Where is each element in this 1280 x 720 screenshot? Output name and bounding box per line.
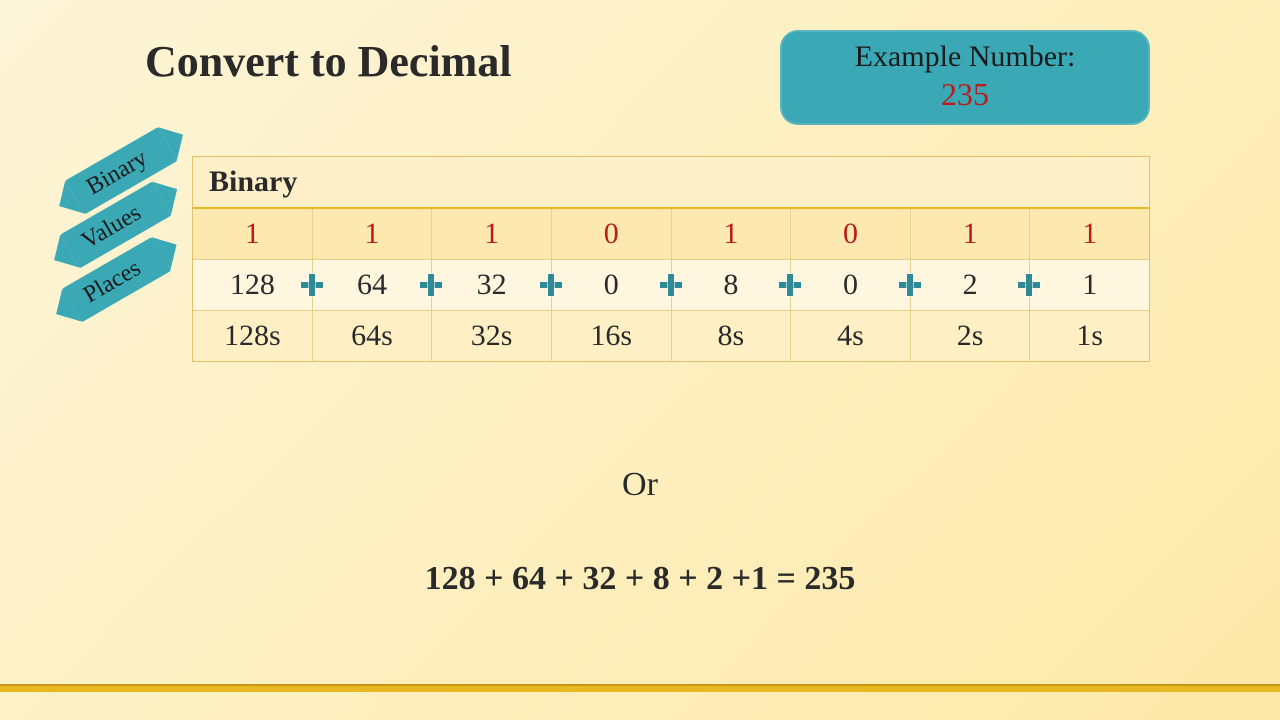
- conversion-table: Binary 1 1 1 0 1 0 1 1 128 64 32 0 8 0 2…: [192, 156, 1150, 362]
- value-cell: 128: [193, 260, 313, 310]
- table-row-binary: 1 1 1 0 1 0 1 1: [193, 209, 1149, 260]
- binary-bit: 1: [432, 209, 552, 259]
- binary-bit: 1: [313, 209, 433, 259]
- value-text: 64: [357, 268, 387, 301]
- binary-bit: 1: [672, 209, 792, 259]
- table-header: Binary: [193, 157, 1149, 209]
- value-cell: 2: [911, 260, 1031, 310]
- plus-icon: [1016, 272, 1042, 298]
- example-number-box: Example Number: 235: [780, 30, 1150, 125]
- value-cell: 0: [552, 260, 672, 310]
- value-text: 8: [723, 268, 738, 301]
- value-text: 0: [843, 268, 858, 301]
- plus-icon: [538, 272, 564, 298]
- binary-bit: 0: [791, 209, 911, 259]
- value-text: 1: [1082, 268, 1097, 301]
- place-cell: 2s: [911, 311, 1031, 361]
- binary-bit: 0: [552, 209, 672, 259]
- table-row-values: 128 64 32 0 8 0 2 1: [193, 260, 1149, 311]
- place-cell: 32s: [432, 311, 552, 361]
- value-cell: 0: [791, 260, 911, 310]
- plus-icon: [418, 272, 444, 298]
- plus-icon: [777, 272, 803, 298]
- or-separator: Or: [622, 466, 658, 504]
- page-title: Convert to Decimal: [145, 36, 512, 87]
- plus-icon: [299, 272, 325, 298]
- place-cell: 1s: [1030, 311, 1149, 361]
- value-cell: 1: [1030, 260, 1149, 310]
- example-label: Example Number:: [800, 40, 1130, 74]
- value-text: 32: [477, 268, 507, 301]
- place-cell: 4s: [791, 311, 911, 361]
- example-value: 235: [800, 76, 1130, 113]
- place-cell: 16s: [552, 311, 672, 361]
- value-text: 2: [963, 268, 978, 301]
- value-text: 0: [604, 268, 619, 301]
- binary-bit: 1: [193, 209, 313, 259]
- decorative-divider: [0, 684, 1280, 692]
- binary-bit: 1: [1030, 209, 1149, 259]
- place-cell: 64s: [313, 311, 433, 361]
- value-cell: 32: [432, 260, 552, 310]
- place-cell: 128s: [193, 311, 313, 361]
- plus-icon: [897, 272, 923, 298]
- place-cell: 8s: [672, 311, 792, 361]
- plus-icon: [658, 272, 684, 298]
- binary-bit: 1: [911, 209, 1031, 259]
- table-row-places: 128s 64s 32s 16s 8s 4s 2s 1s: [193, 311, 1149, 361]
- value-cell: 64: [313, 260, 433, 310]
- value-cell: 8: [672, 260, 792, 310]
- sum-equation: 128 + 64 + 32 + 8 + 2 +1 = 235: [425, 560, 856, 598]
- value-text: 128: [230, 268, 275, 301]
